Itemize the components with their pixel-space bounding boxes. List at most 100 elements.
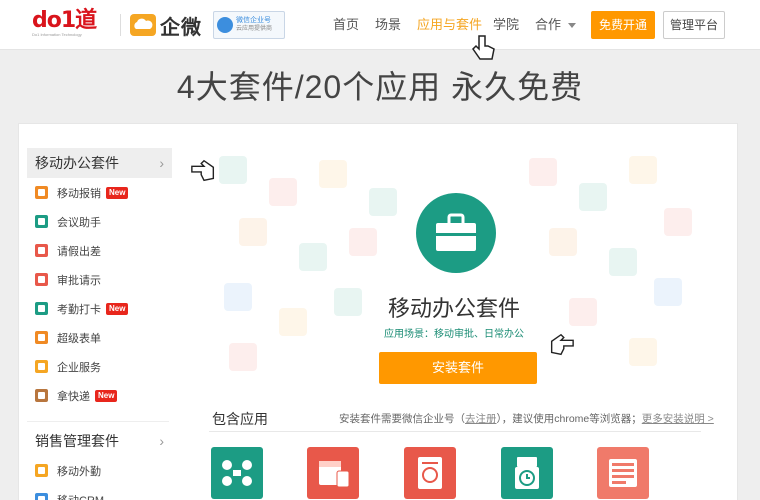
wechat-badge-line2: 云应用提供商 [236,26,273,32]
sidebar-item-label: 移动报销 [57,187,101,200]
sidebar-item-label: 移动外勤 [57,465,101,478]
calendar-app-icon[interactable] [307,447,359,499]
nav-cooperation-label: 合作 [535,17,562,32]
briefcase-icon [436,213,476,251]
approval-icon [418,457,442,489]
sidebar-item-attendance[interactable]: 考勤打卡 New [27,294,172,323]
nav-cooperation[interactable]: 合作 [535,0,577,50]
pattern-tile [349,228,377,256]
hero-title: 4大套件/20个应用 永久免费 [176,69,584,105]
suite-label: 销售管理套件 [35,433,119,449]
chevron-right-icon: › [159,433,164,449]
sidebar-item-pick-express[interactable]: 拿快递 New [27,381,172,410]
sidebar-item-leave-trip[interactable]: 请假出差 [27,236,172,265]
pattern-tile [239,218,267,246]
attendance-icon [35,302,48,315]
free-signup-button[interactable]: 免费开通 [591,11,655,39]
sidebar-item-label: 拿快递 [57,390,90,403]
sidebar-item-label: 审批请示 [57,274,101,287]
parcel-icon [35,389,48,402]
install-note: 安装套件需要微信企业号（去注册），建议使用chrome等浏览器；更多安装说明 > [339,411,714,426]
suites-panel: 移动办公套件 › 移动报销 New 会议助手 请假出差 审批请示 考勤打卡 Ne… [18,123,738,500]
approval-app-icon[interactable] [404,447,456,499]
meeting-app-icon[interactable] [211,447,263,499]
field-work-icon [35,464,48,477]
suite-briefcase-icon [416,193,496,273]
pattern-tile [579,183,607,211]
wechat-badge-line1: 微信企业号 [236,17,271,24]
suite-detail-area: 移动办公套件 应用场景：移动审批、日常办公 安装套件 [209,148,699,388]
logo-divider [120,14,121,36]
nav-scenes[interactable]: 场景 [375,0,401,50]
pattern-tile [369,188,397,216]
sidebar-item-enterprise-service[interactable]: 企业服务 [27,352,172,381]
pattern-tile [319,160,347,188]
install-guide-link[interactable]: 更多安装说明 > [642,413,714,425]
qiwei-logo[interactable]: 企微 [130,12,202,39]
hand-pointer-icon [472,35,495,60]
pattern-tile [219,156,247,184]
attendance-icon [515,457,539,489]
reimbursement-icon [35,186,48,199]
calendar-icon [319,461,350,488]
admin-platform-button[interactable]: 管理平台 [663,11,725,39]
pattern-tile [629,338,657,366]
leave-icon [35,244,48,257]
pattern-tile [529,158,557,186]
attendance-app-icon[interactable] [501,447,553,499]
pattern-tile [629,156,657,184]
hand-pointer-icon [550,333,574,356]
pattern-tile [229,343,257,371]
new-badge: New [106,302,129,315]
do1-logo-subtitle: Do1 Information Technology [32,32,82,37]
meeting-icon [222,460,252,486]
included-apps-title: 包含应用 [212,411,268,427]
form-icon [609,459,637,487]
cloud-logo-icon [130,14,156,36]
suite-title: 移动办公套件 [387,296,520,321]
sidebar-item-label: 请假出差 [57,245,101,258]
crm-icon [35,493,48,500]
form-app-icon[interactable] [597,447,649,499]
sidebar-item-label: 考勤打卡 [57,303,101,316]
sidebar-item-label: 移动CRM [57,492,104,500]
wechat-enterprise-badge[interactable]: 微信企业号 云应用提供商 [213,11,285,39]
pattern-tile [299,243,327,271]
do1-logo[interactable]: do1道 Do1 Information Technology [32,10,112,40]
pattern-tile [549,228,577,256]
sidebar-item-label: 会议助手 [57,216,101,229]
suite-mobile-office[interactable]: 移动办公套件 › [27,148,172,178]
do1-logo-mark: do1道 [32,10,112,32]
suite-sales-management[interactable]: 销售管理套件 › [27,426,172,456]
meeting-icon [35,215,48,228]
suite-scene: 应用场景：移动审批、日常办公 [384,329,524,340]
nav-home[interactable]: 首页 [333,0,359,50]
hand-pointer-icon [191,159,215,182]
sidebar-item-mobile-reimbursement[interactable]: 移动报销 New [27,178,172,207]
suite-label: 移动办公套件 [35,155,119,171]
pattern-tile [269,178,297,206]
sidebar-item-label: 企业服务 [57,361,101,374]
install-note-prefix: 安装套件需要微信企业号（ [339,413,465,425]
sidebar-item-approval[interactable]: 审批请示 [27,265,172,294]
service-icon [35,360,48,373]
chevron-down-icon [568,23,577,29]
do1-logo-text: do1道 [32,8,97,33]
sidebar-item-super-form[interactable]: 超级表单 [27,323,172,352]
sidebar-item-field-work[interactable]: 移动外勤 [27,456,172,485]
wechat-icon [217,17,233,33]
sidebar-item-mobile-crm[interactable]: 移动CRM [27,485,172,500]
pattern-tile [609,248,637,276]
pattern-tile [664,208,692,236]
install-note-mid: ），建议使用chrome等浏览器； [496,413,642,425]
approval-icon [35,273,48,286]
register-link[interactable]: 去注册 [465,413,497,425]
chevron-right-icon: › [159,155,164,171]
new-badge: New [106,186,129,199]
sidebar-item-meeting-assistant[interactable]: 会议助手 [27,207,172,236]
new-badge: New [95,389,118,402]
section-divider [209,431,701,432]
install-suite-button[interactable]: 安装套件 [379,352,537,384]
qiwei-logo-text: 企微 [160,16,202,39]
suite-divider [27,410,169,422]
